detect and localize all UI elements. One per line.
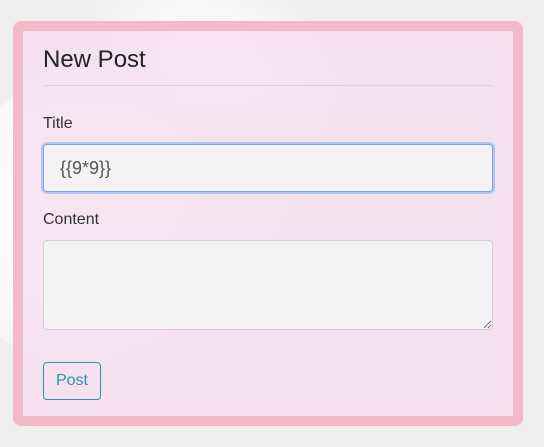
post-button[interactable]: Post [43, 362, 101, 400]
content-textarea[interactable] [43, 240, 493, 330]
title-label: Title [43, 115, 73, 132]
new-post-form: New Post Title Content Post [43, 45, 493, 400]
new-post-card: New Post Title Content Post [13, 21, 523, 426]
page-title: New Post [43, 45, 493, 86]
content-label: Content [43, 211, 100, 228]
title-input[interactable] [43, 144, 493, 192]
